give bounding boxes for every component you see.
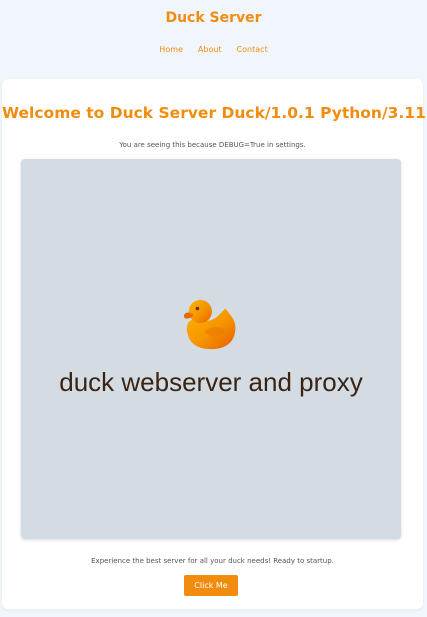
- nav-link-about[interactable]: About: [198, 45, 222, 54]
- banner-text: duck webserver and proxy: [59, 367, 363, 397]
- nav-link-home[interactable]: Home: [159, 45, 183, 54]
- click-me-button[interactable]: Click Me: [184, 575, 238, 596]
- site-header: Duck Server Home About Contact: [0, 0, 427, 78]
- debug-note: You are seeing this because DEBUG=True i…: [119, 141, 306, 149]
- page-title: Welcome to Duck Server Duck/1.0.1 Python…: [2, 104, 427, 122]
- site-title: Duck Server: [165, 10, 262, 26]
- nav-link-contact[interactable]: Contact: [237, 45, 268, 54]
- tagline: Experience the best server for all your …: [91, 557, 334, 565]
- duck-icon: [183, 299, 236, 350]
- main-card: Welcome to Duck Server Duck/1.0.1 Python…: [2, 79, 427, 609]
- main-nav: Home About Contact: [0, 45, 427, 54]
- hero-banner: duck webserver and proxy: [21, 159, 401, 539]
